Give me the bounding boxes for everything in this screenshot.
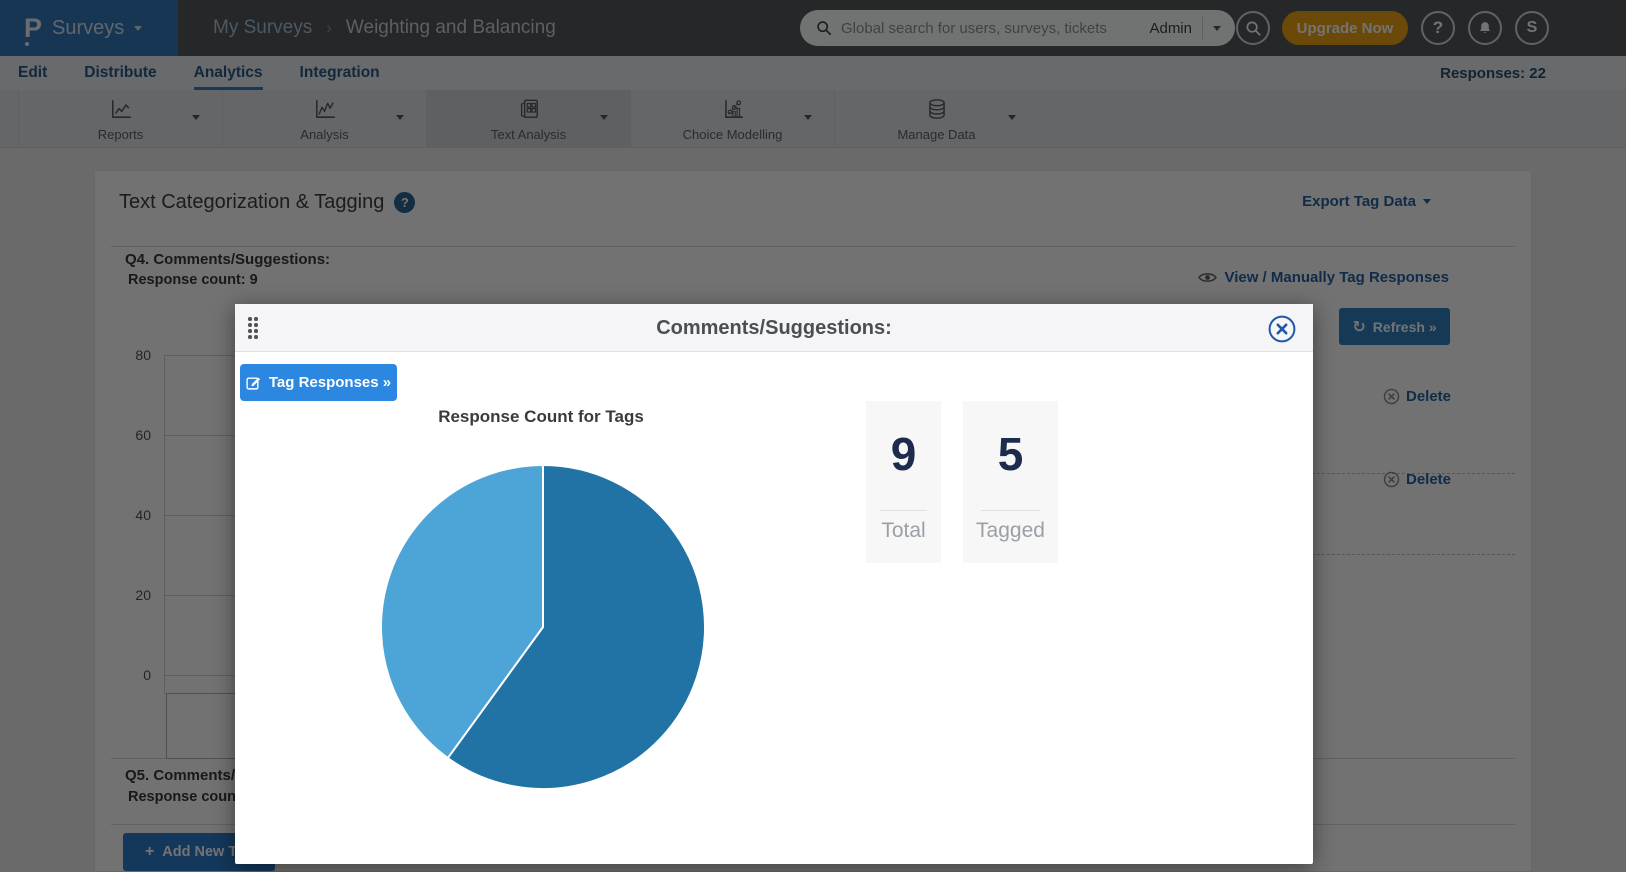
pie-chart-title: Response Count for Tags — [391, 407, 691, 427]
tag-responses-button[interactable]: Tag Responses » — [240, 364, 397, 401]
stat-tagged: 5 Tagged — [963, 401, 1058, 563]
stat-total-label: Total — [881, 519, 925, 543]
stat-tagged-value: 5 — [998, 427, 1024, 482]
stat-total: 9 Total — [866, 401, 941, 563]
modal-title: Comments/Suggestions: — [235, 304, 1313, 352]
divider — [880, 510, 927, 511]
modal-header: Comments/Suggestions: — [235, 304, 1313, 352]
stat-tagged-label: Tagged — [976, 519, 1045, 543]
pie-chart — [378, 462, 708, 792]
app-root: P Surveys My Surveys › Weighting and Bal… — [0, 0, 1626, 872]
divider — [981, 510, 1040, 511]
tag-summary-modal: Comments/Suggestions: Tag Responses » Re… — [235, 304, 1313, 864]
close-icon — [1268, 315, 1296, 343]
edit-pencil-icon — [246, 375, 261, 390]
stat-total-value: 9 — [891, 427, 917, 482]
modal-close-button[interactable] — [1268, 315, 1296, 343]
